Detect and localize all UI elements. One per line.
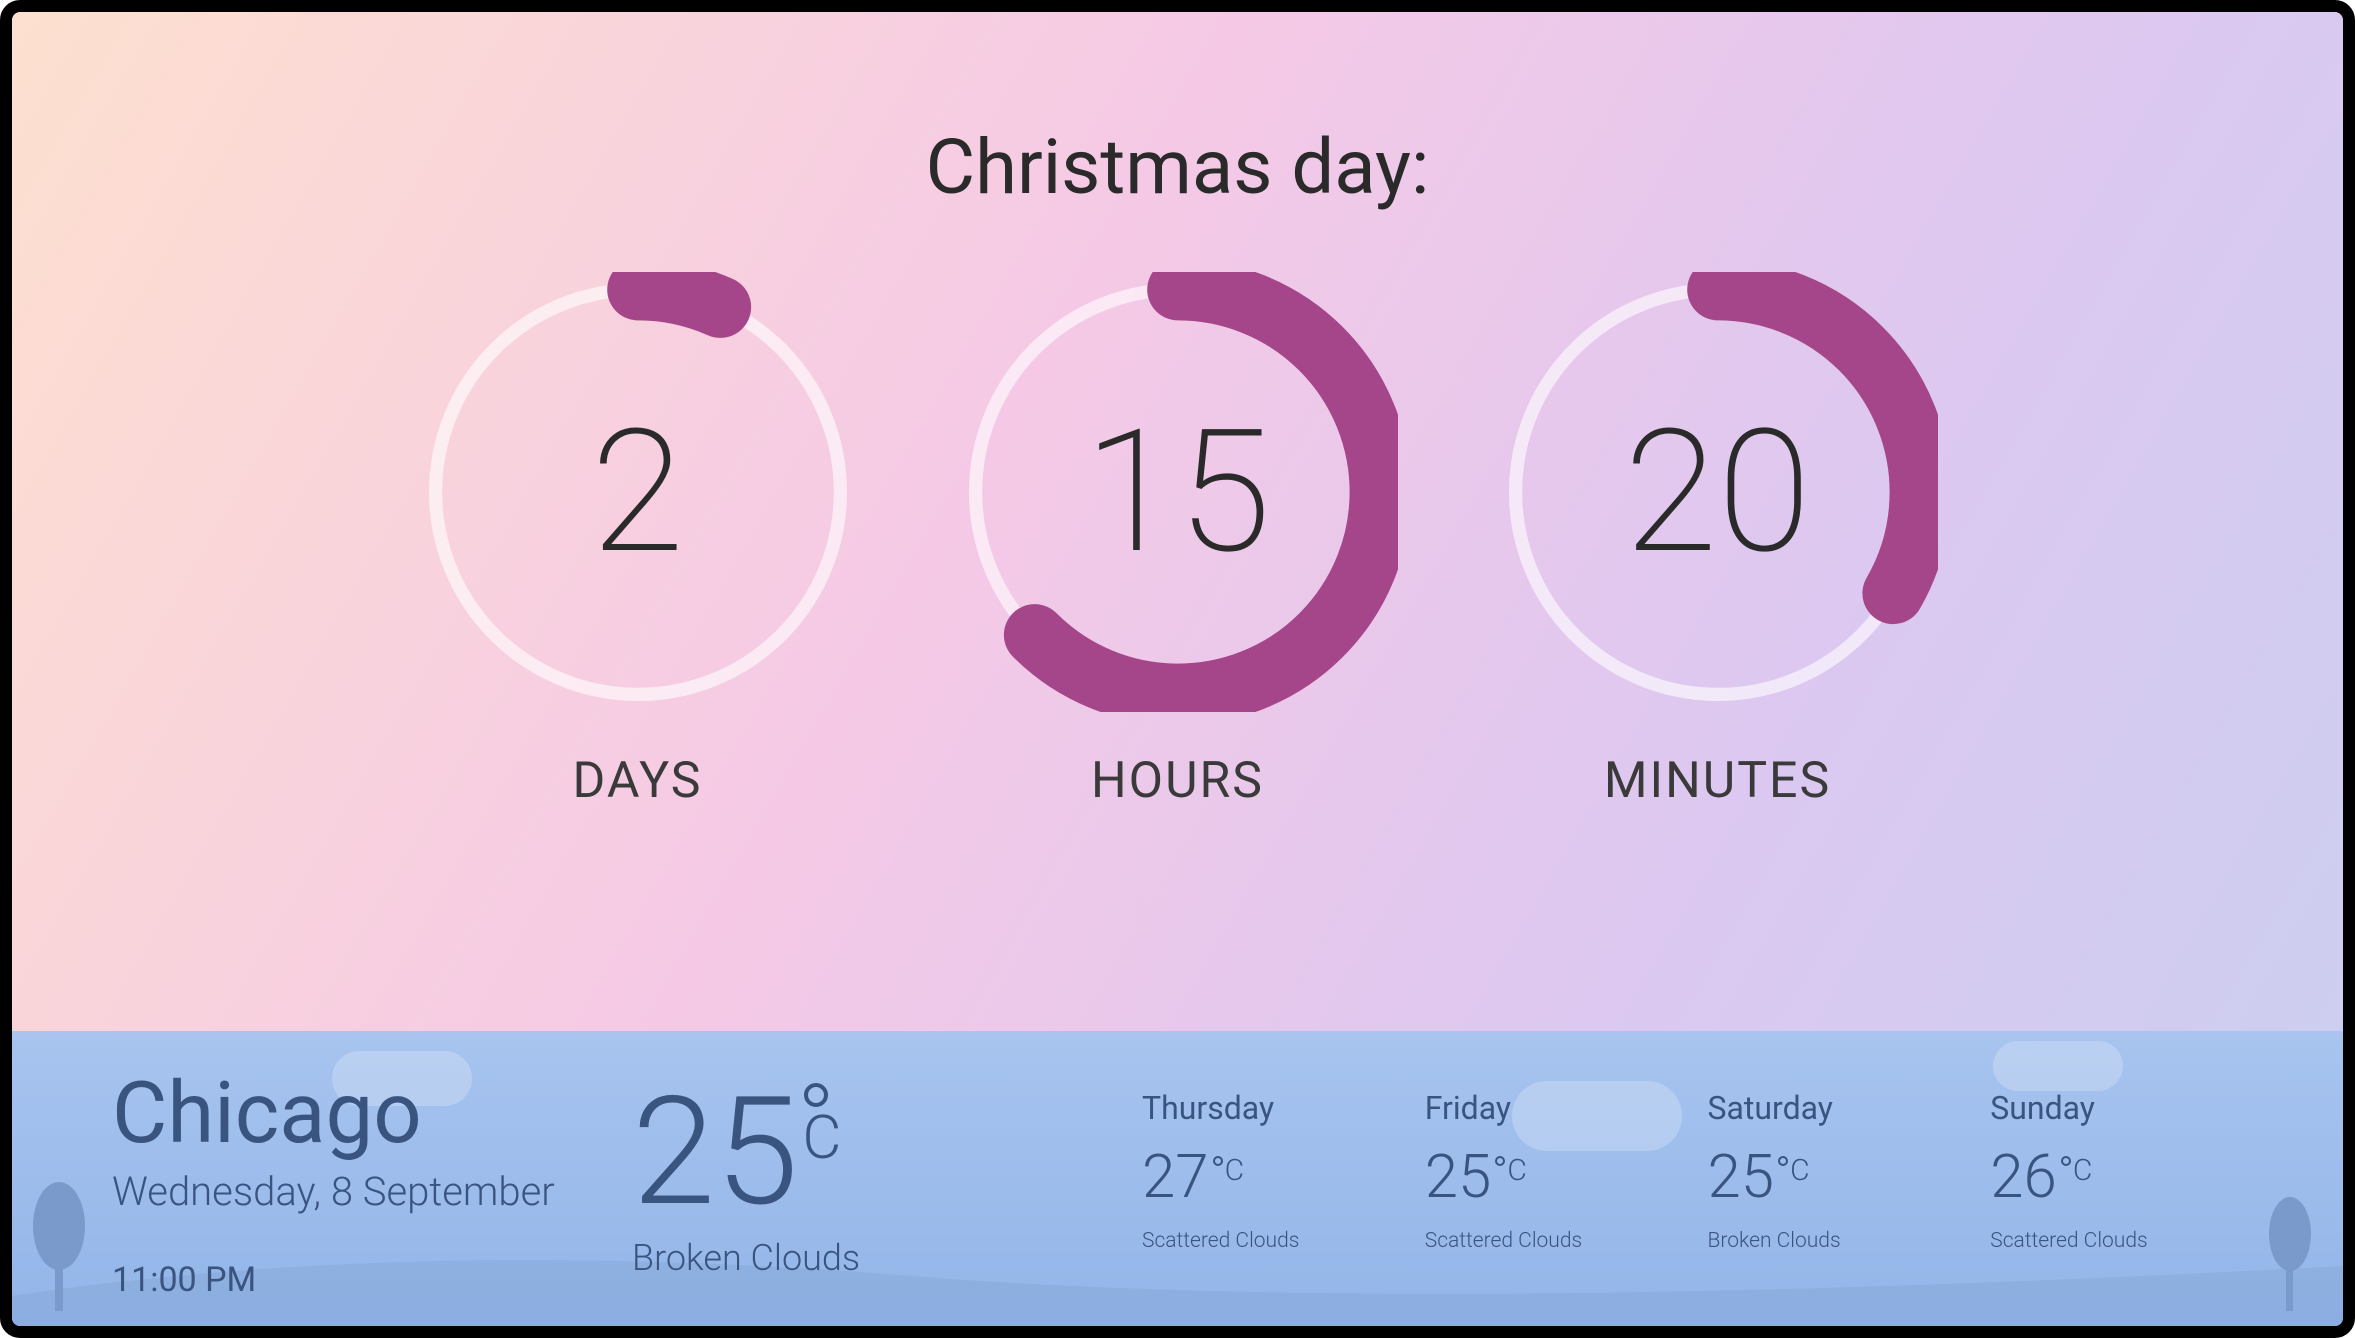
forecast-temperature: 26 bbox=[1990, 1147, 2057, 1207]
forecast-condition: Scattered Clouds bbox=[1990, 1229, 2243, 1253]
current-condition: Broken Clouds bbox=[632, 1237, 1112, 1279]
forecast-condition: Scattered Clouds bbox=[1142, 1229, 1395, 1253]
countdown-days: 2 DAYS bbox=[418, 272, 858, 810]
forecast-day-name: Sunday bbox=[1990, 1089, 2243, 1127]
temperature-unit: C bbox=[1213, 1153, 1244, 1188]
weather-date: Wednesday, 8 September bbox=[112, 1168, 632, 1215]
forecast-temperature: 27 bbox=[1142, 1147, 1209, 1207]
forecast-row: Thursday 27 C Scattered Clouds Friday 25 bbox=[1112, 1071, 2243, 1253]
weather-current: 25 C Broken Clouds bbox=[632, 1071, 1112, 1279]
degree-icon bbox=[1495, 1156, 1505, 1166]
dashboard-frame: Christmas day: 2 DAYS bbox=[0, 0, 2355, 1338]
days-value: 2 bbox=[418, 272, 858, 712]
forecast-condition: Scattered Clouds bbox=[1425, 1229, 1678, 1253]
tree-icon bbox=[32, 1181, 87, 1311]
hours-ring: 15 bbox=[958, 272, 1398, 712]
countdown-panel: Christmas day: 2 DAYS bbox=[12, 12, 2343, 1031]
forecast-day-2: Saturday 25 C Broken Clouds bbox=[1708, 1089, 1961, 1253]
forecast-day-3: Sunday 26 C Scattered Clouds bbox=[1990, 1089, 2243, 1253]
countdown-rings: 2 DAYS 15 HOURS bbox=[418, 272, 1938, 810]
forecast-day-name: Saturday bbox=[1708, 1089, 1961, 1127]
hours-label: HOURS bbox=[1091, 752, 1264, 810]
forecast-day-name: Thursday bbox=[1142, 1089, 1395, 1127]
forecast-temperature: 25 bbox=[1708, 1147, 1775, 1207]
forecast-day-0: Thursday 27 C Scattered Clouds bbox=[1142, 1089, 1395, 1253]
current-temperature: 25 bbox=[632, 1077, 798, 1227]
days-ring: 2 bbox=[418, 272, 858, 712]
countdown-minutes: 20 MINUTES bbox=[1498, 272, 1938, 810]
degree-icon bbox=[1213, 1156, 1223, 1166]
weather-panel: Chicago Wednesday, 8 September 11:00 PM … bbox=[12, 1031, 2343, 1326]
countdown-title: Christmas day: bbox=[926, 122, 1430, 212]
hours-value: 15 bbox=[958, 272, 1398, 712]
minutes-label: MINUTES bbox=[1604, 752, 1831, 810]
forecast-day-name: Friday bbox=[1425, 1089, 1678, 1127]
temperature-unit: C bbox=[1778, 1153, 1809, 1188]
tree-icon bbox=[2268, 1196, 2313, 1311]
forecast-day-1: Friday 25 C Scattered Clouds bbox=[1425, 1089, 1678, 1253]
temperature-unit: C bbox=[1495, 1153, 1526, 1188]
weather-location: Chicago Wednesday, 8 September 11:00 PM bbox=[112, 1071, 632, 1300]
days-label: DAYS bbox=[573, 752, 703, 810]
countdown-hours: 15 HOURS bbox=[958, 272, 1398, 810]
minutes-ring: 20 bbox=[1498, 272, 1938, 712]
temperature-unit: C bbox=[802, 1083, 841, 1165]
forecast-temperature: 25 bbox=[1425, 1147, 1492, 1207]
weather-time: 11:00 PM bbox=[112, 1260, 632, 1300]
minutes-value: 20 bbox=[1498, 272, 1938, 712]
weather-city: Chicago bbox=[112, 1071, 632, 1156]
forecast-condition: Broken Clouds bbox=[1708, 1229, 1961, 1253]
degree-icon bbox=[1778, 1156, 1788, 1166]
temperature-unit: C bbox=[2061, 1153, 2092, 1188]
degree-icon bbox=[2061, 1156, 2071, 1166]
